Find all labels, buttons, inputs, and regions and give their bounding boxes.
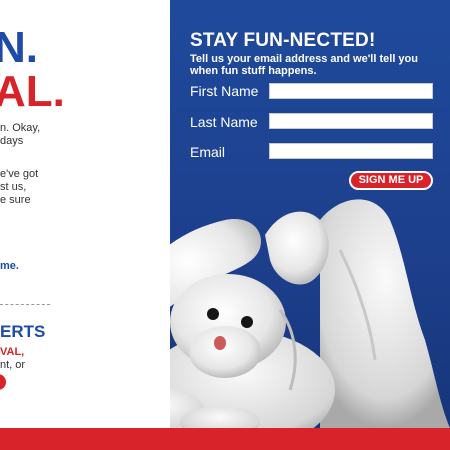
alerts-button[interactable] xyxy=(0,374,6,390)
alerts-heading: ERTS xyxy=(0,322,46,341)
sign-me-up-button[interactable]: SIGN ME UP xyxy=(349,171,433,190)
last-name-field[interactable] xyxy=(269,113,433,129)
email-label: Email xyxy=(190,144,226,160)
last-name-label: Last Name xyxy=(190,114,258,130)
signup-title: STAY FUN-NECTED! xyxy=(190,30,376,51)
intro-text-line: days xyxy=(0,135,24,147)
headline-line-2: AL. xyxy=(0,67,65,116)
alerts-highlight-text: VAL, xyxy=(0,346,25,358)
towel-bunny-image xyxy=(170,199,450,428)
headline-line-1: N. xyxy=(0,23,38,72)
first-name-label: First Name xyxy=(190,83,259,99)
first-name-field[interactable] xyxy=(269,83,433,99)
footer-red-band xyxy=(0,428,450,450)
content-link[interactable]: me. xyxy=(0,260,19,273)
body-text-line: st us, xyxy=(0,181,27,193)
section-divider xyxy=(0,304,50,305)
alerts-body-text: nt, or xyxy=(0,359,26,371)
left-content-column: N. AL. n. Okay, days e've got st us, e s… xyxy=(0,0,170,428)
signup-subtitle: Tell us your email address and we'll tel… xyxy=(190,53,418,77)
newsletter-signup-panel: STAY FUN-NECTED! Tell us your email addr… xyxy=(170,0,450,428)
body-text-line: e've got xyxy=(0,168,39,180)
email-field[interactable] xyxy=(269,143,433,159)
body-text-line: e sure xyxy=(0,194,31,206)
intro-text-line: n. Okay, xyxy=(0,122,41,134)
